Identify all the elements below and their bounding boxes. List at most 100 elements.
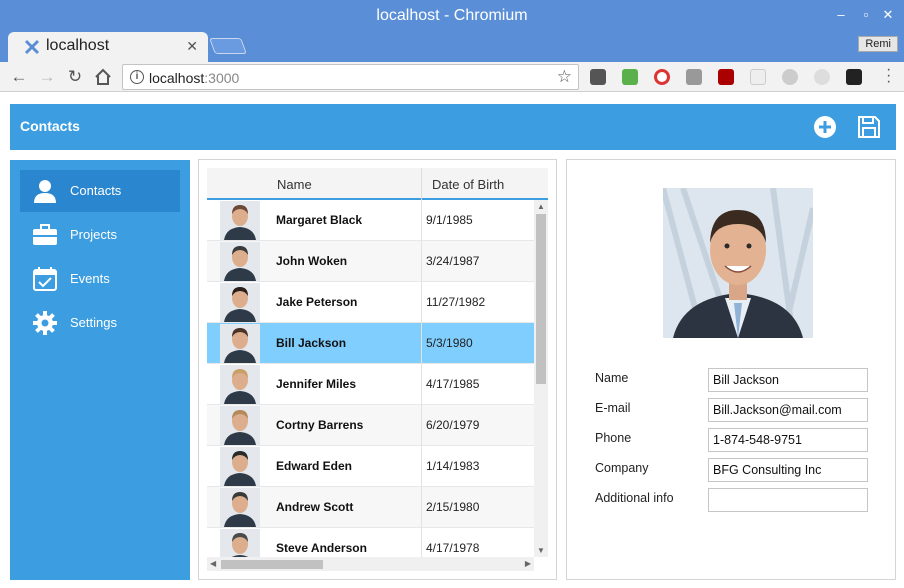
forward-icon[interactable]: → xyxy=(38,68,56,86)
extension-gear-icon[interactable] xyxy=(814,69,830,85)
tab-strip: localhost ✕ Remi xyxy=(0,32,904,62)
window-titlebar: localhost - Chromium – ▫ ✕ xyxy=(0,0,904,32)
contacts-grid: Name Date of Birth Margaret Black 9/1/198… xyxy=(207,168,548,574)
contact-avatar xyxy=(220,529,260,557)
home-icon[interactable] xyxy=(94,68,112,86)
additional-info-field[interactable] xyxy=(708,488,868,512)
company-label: Company xyxy=(595,461,649,475)
row-name: Steve Anderson xyxy=(276,541,367,555)
column-header-name[interactable]: Name xyxy=(277,177,312,192)
contact-avatar xyxy=(220,406,260,445)
extension-dollar-icon[interactable] xyxy=(590,69,606,85)
table-row[interactable]: Margaret Black 9/1/1985 xyxy=(207,200,534,241)
row-name: Cortny Barrens xyxy=(276,418,364,432)
table-row[interactable]: John Woken 3/24/1987 xyxy=(207,241,534,282)
table-row[interactable]: Cortny Barrens 6/20/1979 xyxy=(207,405,534,446)
column-header-dob[interactable]: Date of Birth xyxy=(432,177,504,192)
contact-avatar xyxy=(220,283,260,322)
table-row[interactable]: Jake Peterson 11/27/1982 xyxy=(207,282,534,323)
row-dob: 9/1/1985 xyxy=(426,213,473,227)
sidebar-item-contacts[interactable]: Contacts xyxy=(20,170,180,212)
contact-avatar xyxy=(220,242,260,281)
table-row[interactable]: Andrew Scott 2/15/1980 xyxy=(207,487,534,528)
scroll-left-icon[interactable]: ◀ xyxy=(210,559,216,568)
table-row[interactable]: Bill Jackson 5/3/1980 xyxy=(207,323,534,364)
extension-record-icon[interactable] xyxy=(654,69,670,85)
scrollbar-thumb[interactable] xyxy=(536,214,546,384)
back-icon[interactable]: ← xyxy=(10,68,28,86)
grid-header: Name Date of Birth xyxy=(207,168,548,200)
sidebar-item-projects[interactable]: Projects xyxy=(20,214,180,256)
gear-icon xyxy=(33,311,57,335)
user-icon xyxy=(34,180,56,203)
contact-avatar xyxy=(220,365,260,404)
row-name: John Woken xyxy=(276,254,348,268)
new-tab-button[interactable] xyxy=(209,38,247,54)
browser-menu-icon[interactable]: · · · xyxy=(886,62,891,90)
table-row[interactable]: Steve Anderson 4/17/1978 xyxy=(207,528,534,557)
scroll-down-icon[interactable]: ▼ xyxy=(537,546,545,555)
vertical-scrollbar[interactable]: ▲ ▼ xyxy=(534,200,548,557)
row-dob: 4/17/1978 xyxy=(426,541,480,555)
additional-info-label: Additional info xyxy=(595,491,674,505)
table-row[interactable]: Jennifer Miles 4/17/1985 xyxy=(207,364,534,405)
app-header: Contacts xyxy=(10,104,896,150)
row-dob: 11/27/1982 xyxy=(426,295,486,309)
scrollbar-thumb[interactable] xyxy=(221,560,323,569)
email-label: E-mail xyxy=(595,401,631,415)
row-dob: 2/15/1980 xyxy=(426,500,480,514)
url-text: localhost:3000 xyxy=(149,70,240,86)
extension-green-icon[interactable] xyxy=(622,69,638,85)
sidebar-item-events[interactable]: Events xyxy=(20,258,180,300)
browser-tab[interactable]: localhost ✕ xyxy=(8,32,208,62)
minimize-icon[interactable]: – xyxy=(834,8,848,22)
calendar-icon xyxy=(33,267,57,291)
window-title: localhost - Chromium xyxy=(376,7,528,24)
table-row[interactable]: Edward Eden 1/14/1983 xyxy=(207,446,534,487)
tab-title: localhost xyxy=(46,37,110,54)
grid-rows: Margaret Black 9/1/1985 John Woken 3/24/198… xyxy=(207,200,534,557)
reload-icon[interactable]: ↻ xyxy=(66,68,84,86)
extension-gray-icon[interactable] xyxy=(782,69,798,85)
horizontal-scrollbar[interactable]: ◀ ▶ xyxy=(207,557,534,571)
row-name: Edward Eden xyxy=(276,459,353,473)
tab-close-icon[interactable]: ✕ xyxy=(186,38,198,55)
sidebar-item-label: Events xyxy=(70,271,110,286)
maximize-icon[interactable]: ▫ xyxy=(859,8,873,22)
bookmark-star-icon[interactable]: ☆ xyxy=(557,67,572,87)
contact-avatar xyxy=(220,324,260,363)
row-dob: 4/17/1985 xyxy=(426,377,480,391)
save-button[interactable] xyxy=(856,114,882,140)
contact-details-panel: Name E-mail Phone Company Additional inf… xyxy=(566,159,896,580)
contact-photo xyxy=(663,188,813,338)
browser-toolbar: ← → ↻ i localhost:3000 ☆ · · · xyxy=(0,62,904,92)
scroll-up-icon[interactable]: ▲ xyxy=(537,202,545,211)
sidebar-item-label: Projects xyxy=(70,227,117,242)
contacts-list-panel: Name Date of Birth Margaret Black 9/1/198… xyxy=(198,159,557,580)
email-field[interactable] xyxy=(708,398,868,422)
sidebar: Contacts Projects Events Settings xyxy=(10,160,190,580)
sidebar-item-settings[interactable]: Settings xyxy=(20,302,180,344)
contact-avatar xyxy=(220,447,260,486)
row-name: Andrew Scott xyxy=(276,500,354,514)
address-bar[interactable]: i localhost:3000 ☆ xyxy=(122,64,579,90)
row-name: Jennifer Miles xyxy=(276,377,357,391)
row-dob: 6/20/1979 xyxy=(426,418,480,432)
contact-avatar xyxy=(220,201,260,240)
add-contact-button[interactable] xyxy=(812,114,838,140)
extension-braces-icon[interactable] xyxy=(750,69,766,85)
phone-field[interactable] xyxy=(708,428,868,452)
ublock-icon[interactable] xyxy=(718,69,734,85)
phone-label: Phone xyxy=(595,431,632,445)
row-dob: 1/14/1983 xyxy=(426,459,480,473)
row-dob: 3/24/1987 xyxy=(426,254,480,268)
site-info-icon[interactable]: i xyxy=(130,70,144,84)
briefcase-icon xyxy=(33,224,57,245)
close-window-icon[interactable]: ✕ xyxy=(881,8,895,22)
extension-eye-icon[interactable] xyxy=(846,69,862,85)
extension-h-icon[interactable] xyxy=(686,69,702,85)
scroll-right-icon[interactable]: ▶ xyxy=(525,559,531,568)
company-field[interactable] xyxy=(708,458,868,482)
name-field[interactable] xyxy=(708,368,868,392)
profile-button[interactable]: Remi xyxy=(858,36,898,52)
